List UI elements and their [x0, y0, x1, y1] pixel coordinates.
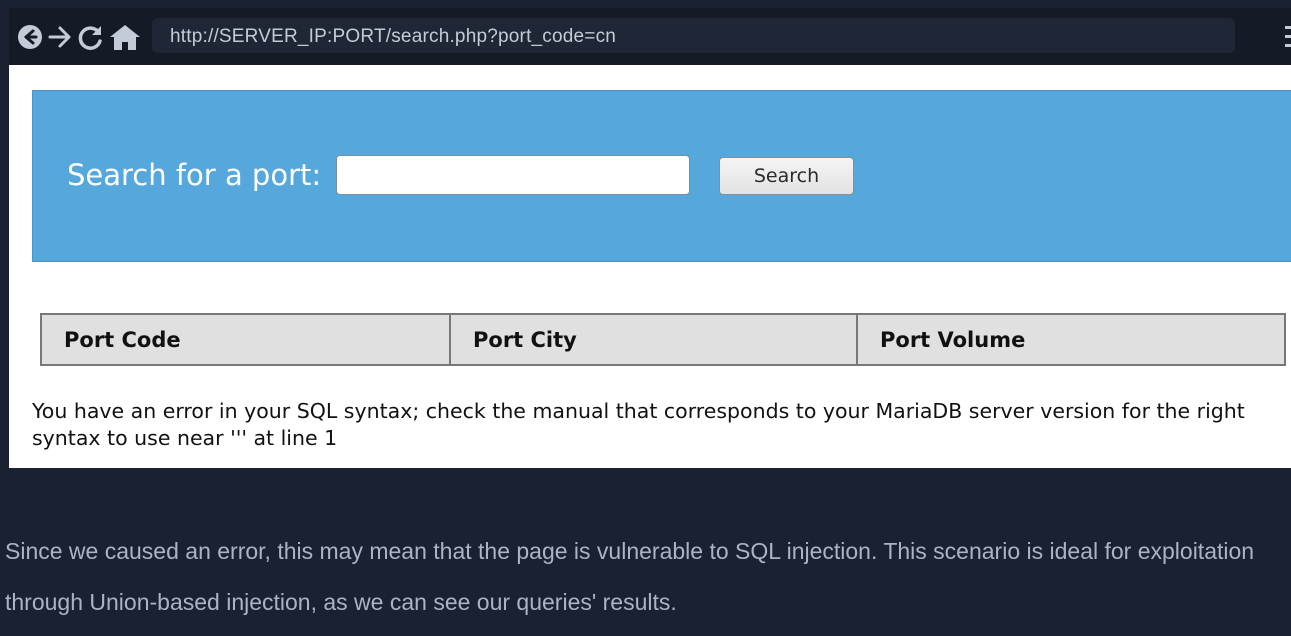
search-label: Search for a port: [67, 158, 322, 192]
forward-icon[interactable] [46, 22, 76, 52]
web-page: Search for a port: Search Port Code Port… [9, 65, 1291, 468]
table-header-row: Port Code Port City Port Volume [40, 313, 1286, 366]
sql-error-message: You have an error in your SQL syntax; ch… [32, 399, 1245, 450]
column-header-port-code: Port Code [40, 313, 451, 366]
results-table: Port Code Port City Port Volume [40, 313, 1286, 366]
search-button[interactable]: Search [719, 157, 854, 195]
article-paragraph: Since we caused an error, this may mean … [5, 538, 1255, 615]
column-header-port-city: Port City [449, 313, 858, 366]
search-panel: Search for a port: Search [32, 90, 1291, 262]
url-text: http://SERVER_IP:PORT/search.php?port_co… [170, 26, 617, 47]
browser-toolbar: http://SERVER_IP:PORT/search.php?port_co… [9, 8, 1291, 65]
search-input[interactable] [336, 155, 690, 195]
back-icon[interactable] [16, 22, 46, 52]
column-header-port-volume: Port Volume [856, 313, 1286, 366]
home-icon[interactable] [108, 22, 142, 52]
address-bar[interactable]: http://SERVER_IP:PORT/search.php?port_co… [152, 18, 1235, 53]
reload-icon[interactable] [76, 22, 106, 52]
menu-icon[interactable] [1285, 26, 1291, 48]
